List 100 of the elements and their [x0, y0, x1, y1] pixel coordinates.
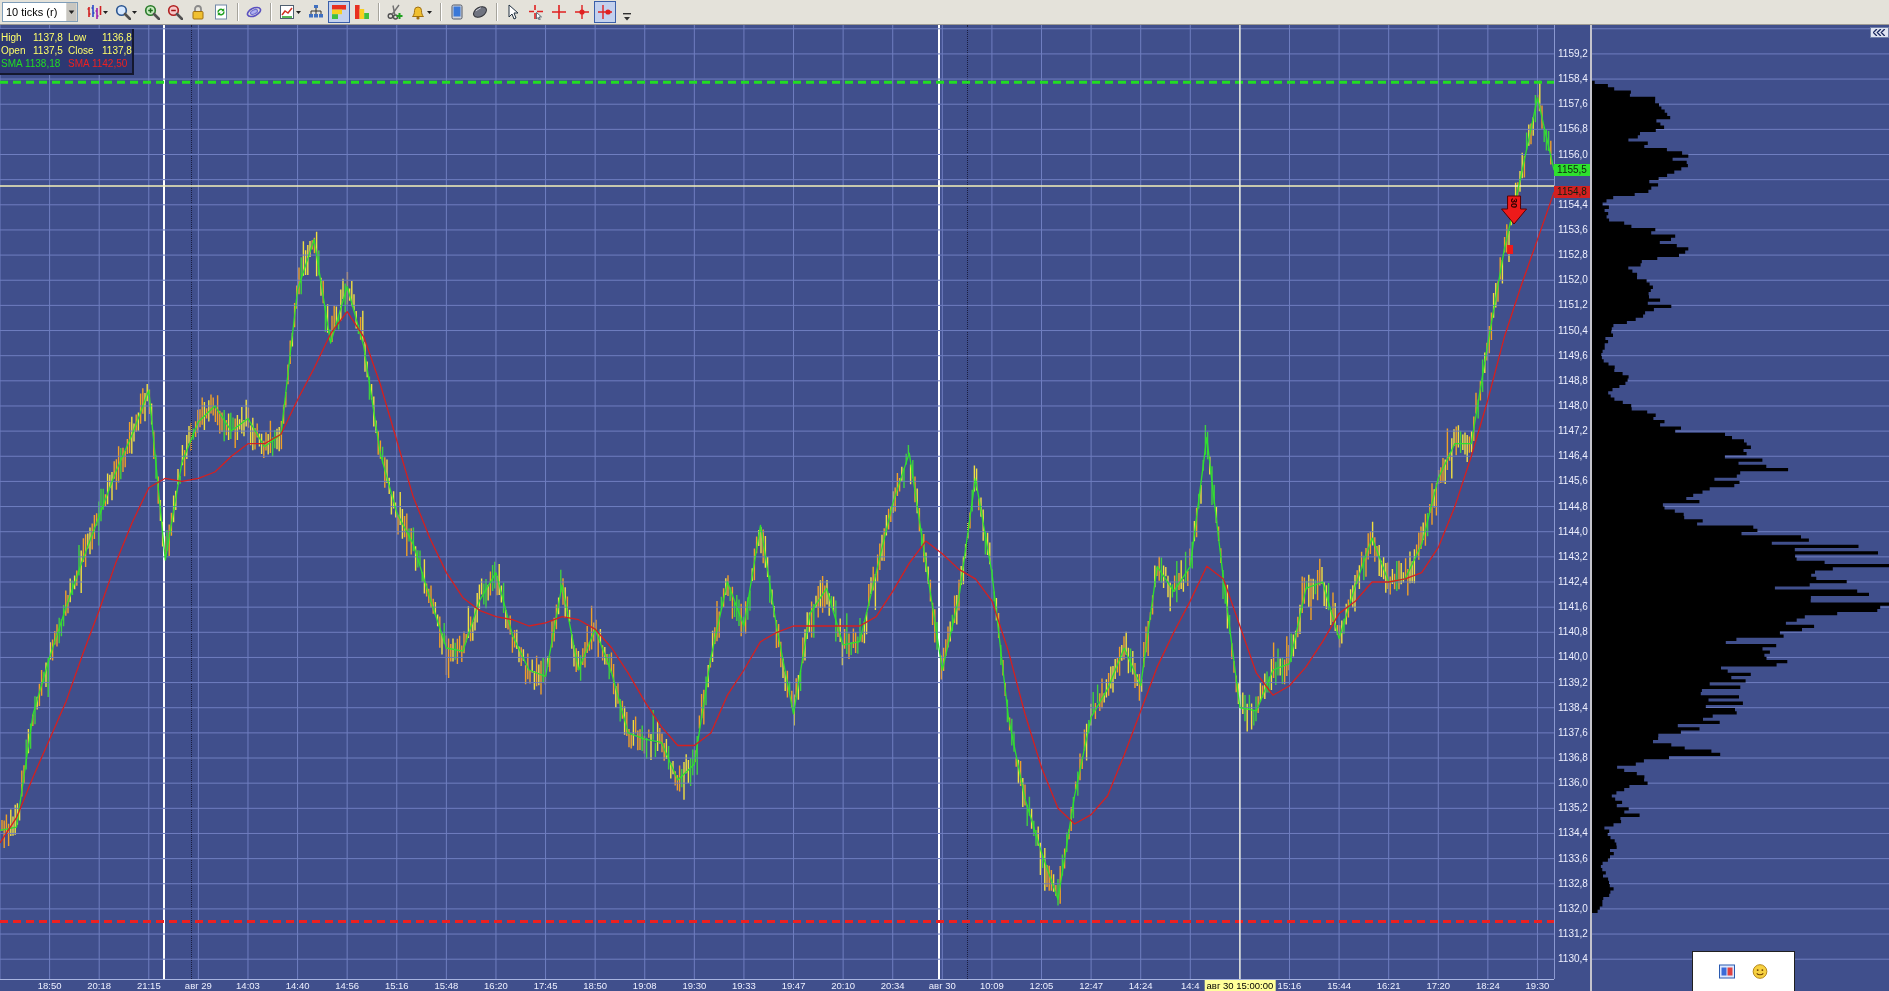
price-label: 1145,6 [1558, 475, 1588, 488]
crosshair-dot-icon [574, 4, 590, 20]
price-label: 1139,2 [1558, 676, 1588, 689]
price-label: 1146,4 [1558, 450, 1588, 463]
toolbar-button[interactable] [328, 1, 350, 23]
time-label: 18:50 [583, 980, 608, 991]
time-label: 19:30 [682, 980, 707, 991]
smiley-icon[interactable] [1752, 964, 1768, 979]
price-label: 1130,4 [1558, 953, 1588, 966]
price-label: 1156,0 [1558, 148, 1588, 161]
lock-icon [190, 4, 206, 20]
time-label: авг 29 [184, 980, 212, 991]
time-label: 15:44 [1327, 980, 1351, 991]
time-label: 15:16 [1277, 980, 1302, 991]
info-label: High [1, 31, 23, 44]
time-label: 15:48 [434, 980, 459, 991]
color-bars-icon [331, 4, 347, 20]
price-label: 1135,2 [1558, 802, 1588, 815]
search-icon [115, 4, 131, 20]
price-label: 1137,6 [1558, 726, 1588, 739]
info-value: 1136,8 [102, 31, 132, 44]
price-label: 1152,8 [1558, 249, 1588, 262]
price-label: 1148,8 [1558, 374, 1588, 387]
orbit-icon [246, 4, 262, 20]
price-label: 1142,4 [1558, 576, 1588, 588]
price-label: 1141,6 [1558, 601, 1588, 614]
crosshair-pointer-icon [528, 4, 544, 20]
price-tag: 1155,5 [1554, 164, 1590, 177]
hierarchy-icon [308, 4, 324, 20]
price-label: 1133,6 [1558, 852, 1588, 865]
info-label: Open [1, 44, 27, 57]
price-label: 1140,0 [1558, 651, 1588, 664]
price-label: 1136,0 [1558, 777, 1588, 790]
time-label: 19:33 [732, 980, 756, 991]
price-label: 1131,2 [1558, 928, 1588, 941]
marker-label: 30 [1509, 198, 1520, 208]
info-value: 1137,8 [33, 31, 64, 44]
price-tag: 1154,8 [1554, 186, 1590, 199]
crosshair-icon [551, 4, 567, 20]
price-label: 1143,2 [1558, 550, 1588, 563]
pointer-icon [505, 4, 521, 20]
time-label: 14:4 [1181, 980, 1200, 991]
time-label: 21:15 [136, 980, 161, 991]
info-value: 1137,5 [33, 44, 64, 57]
time-label: 20:34 [880, 980, 905, 991]
price-label: 1154,4 [1558, 198, 1588, 211]
indicator-reading: SMA 1138,18 [1, 57, 62, 70]
price-label: 1140,8 [1558, 626, 1588, 639]
price-label: 1132,8 [1558, 877, 1588, 890]
price-label: 1156,8 [1558, 123, 1588, 136]
time-label: 18:50 [37, 980, 62, 991]
time-label: 16:20 [484, 980, 508, 991]
time-label: 19:47 [781, 980, 806, 991]
price-label: 1132,0 [1558, 902, 1588, 915]
toolbar-button[interactable] [594, 1, 616, 23]
time-label: 20:10 [831, 980, 855, 991]
time-label: 12:05 [1029, 980, 1054, 991]
price-label: 1158,4 [1558, 73, 1588, 86]
time-label: 10:09 [980, 980, 1004, 991]
price-label: 1153,6 [1558, 223, 1588, 236]
time-label: 20:18 [87, 980, 112, 991]
chevrons-left-icon [1873, 29, 1886, 36]
price-label: 1157,6 [1558, 98, 1588, 111]
price-label: 1144,0 [1558, 525, 1588, 538]
interval-dropdown[interactable]: 10 ticks (r) [2, 2, 78, 22]
bell-icon [410, 4, 426, 20]
scissors-icon [387, 4, 403, 20]
info-label: Low [68, 31, 88, 44]
info-value: 1137,8 [102, 44, 132, 57]
price-bars-icon [86, 4, 102, 20]
mouse-icon [472, 4, 488, 20]
time-label: 17:20 [1426, 980, 1451, 991]
zoom-in-icon [144, 4, 160, 20]
price-label: 1152,0 [1558, 274, 1588, 287]
crosshair-marker-icon [597, 4, 613, 20]
price-label: 1150,4 [1558, 324, 1588, 337]
time-label: 17:45 [533, 980, 558, 991]
price-label: 1144,8 [1558, 500, 1588, 513]
cursor-time-label: авг 30 15:00:00 [1204, 980, 1276, 991]
time-label: 14:56 [335, 980, 360, 991]
time-label: авг 30 [928, 980, 956, 991]
book-icon[interactable] [1719, 964, 1735, 979]
price-label: 1159,2 [1558, 47, 1588, 60]
time-label: 15:16 [384, 980, 409, 991]
time-label: 16:21 [1376, 980, 1401, 991]
time-label: 14:03 [236, 980, 260, 991]
price-label: 1138,4 [1558, 701, 1588, 714]
price-label: 1149,6 [1558, 349, 1588, 362]
bar-chart-icon [354, 4, 370, 20]
tablet-icon [449, 4, 465, 20]
price-label: 1136,8 [1558, 752, 1588, 764]
collapse-button[interactable] [1870, 27, 1889, 38]
chart-icon [279, 4, 295, 20]
refresh-icon [213, 4, 229, 20]
time-label: 19:08 [632, 980, 657, 991]
price-label: 1148,0 [1558, 399, 1588, 412]
time-label: 19:30 [1525, 980, 1550, 991]
price-label: 1151,2 [1558, 299, 1588, 312]
indicator-reading: SMA 1142,50 [68, 57, 129, 70]
overflow-chevron-icon[interactable] [623, 12, 631, 22]
